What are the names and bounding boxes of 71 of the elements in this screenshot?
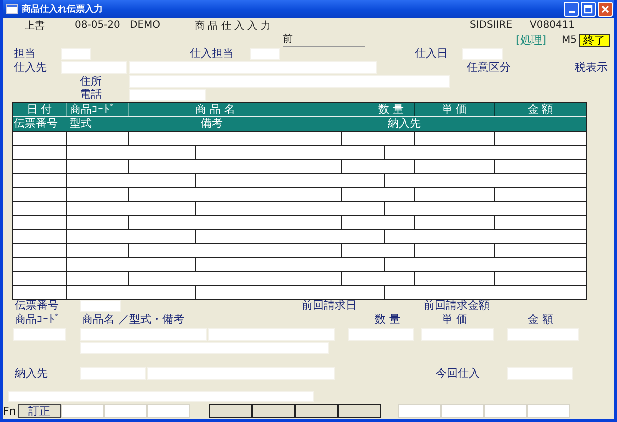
- field-label: 仕入日: [415, 48, 449, 60]
- field-label: 住所: [80, 76, 103, 88]
- date-text: 08-05-20: [75, 20, 122, 31]
- field-label: 仕入先: [14, 62, 48, 74]
- screen-title: 商 品 仕 入 入 力: [195, 20, 272, 32]
- field-label: 数 量: [375, 314, 402, 326]
- input-field[interactable]: [80, 300, 121, 312]
- input-field[interactable]: [507, 367, 573, 380]
- window-icon: [6, 4, 18, 14]
- field-label: 前回請求日: [302, 300, 358, 312]
- input-field[interactable]: [61, 61, 127, 74]
- minimize-icon: [568, 11, 574, 13]
- close-button[interactable]: [598, 2, 613, 16]
- column-header: 日 付: [13, 103, 67, 116]
- function-key[interactable]: [209, 404, 252, 418]
- input-field[interactable]: [208, 328, 335, 341]
- field-label: 今回仕入: [436, 368, 481, 380]
- input-field[interactable]: [80, 367, 146, 380]
- maximize-icon: [584, 4, 593, 14]
- input-field[interactable]: [147, 367, 335, 380]
- input-field[interactable]: [61, 48, 91, 60]
- column-header: 伝票番号: [13, 117, 59, 131]
- field-label: 金 額: [528, 314, 554, 326]
- field-label: 担当: [14, 48, 37, 60]
- field-label: 電話: [80, 89, 103, 101]
- column-header: 単 価: [415, 103, 495, 116]
- mode-label: 上書: [25, 20, 46, 32]
- program-id: SIDSIIRE: [470, 20, 514, 31]
- column-header: 型式: [69, 117, 93, 131]
- user-text: DEMO: [130, 20, 162, 31]
- close-icon: [601, 4, 610, 14]
- column-header: 納入先: [387, 117, 422, 131]
- function-key[interactable]: [338, 404, 381, 418]
- field-label: 前回請求金額: [424, 300, 490, 312]
- input-field[interactable]: [507, 328, 579, 341]
- minimize-button[interactable]: [564, 2, 579, 16]
- field-label: 商品ｺｰﾄﾞ: [15, 314, 62, 326]
- input-field[interactable]: [421, 328, 494, 341]
- input-field[interactable]: [80, 328, 207, 341]
- field-label: 単 価: [442, 314, 468, 326]
- function-key[interactable]: 訂正: [18, 404, 61, 418]
- function-label: Fn: [3, 404, 18, 418]
- field-label: 任意区分: [467, 62, 512, 74]
- function-key[interactable]: [252, 404, 295, 418]
- field-label: 商品名 ／型式・備考: [82, 314, 186, 326]
- column-header: 数 量: [342, 103, 415, 116]
- maximize-button[interactable]: [581, 2, 596, 16]
- input-field[interactable]: [129, 75, 450, 88]
- column-header: 商品ｺｰﾄﾞ: [67, 103, 129, 116]
- field-label: 伝票番号: [15, 300, 60, 312]
- column-header: 金 額: [526, 103, 554, 116]
- version-text: V080411: [530, 20, 576, 31]
- previous-label: 前: [283, 34, 365, 46]
- input-field[interactable]: [8, 391, 314, 402]
- field-label: 税表示: [575, 62, 608, 74]
- field-label: 仕入担当: [190, 48, 235, 60]
- input-field[interactable]: [129, 61, 377, 74]
- input-field[interactable]: [348, 328, 414, 341]
- input-field[interactable]: [80, 342, 329, 354]
- field-label: 納入先: [15, 368, 49, 380]
- column-header: 商 品 名: [194, 103, 236, 116]
- window-title: 商品仕入れ伝票入力: [22, 3, 103, 16]
- input-field[interactable]: [129, 89, 206, 101]
- input-field[interactable]: [462, 48, 503, 60]
- input-field[interactable]: [250, 48, 280, 60]
- exit-button[interactable]: 終了: [579, 34, 610, 46]
- process-code: M5: [562, 34, 577, 46]
- column-header: 備考: [200, 117, 224, 131]
- process-label: [処理]: [516, 32, 548, 48]
- function-key[interactable]: [295, 404, 338, 418]
- input-field[interactable]: [13, 328, 66, 341]
